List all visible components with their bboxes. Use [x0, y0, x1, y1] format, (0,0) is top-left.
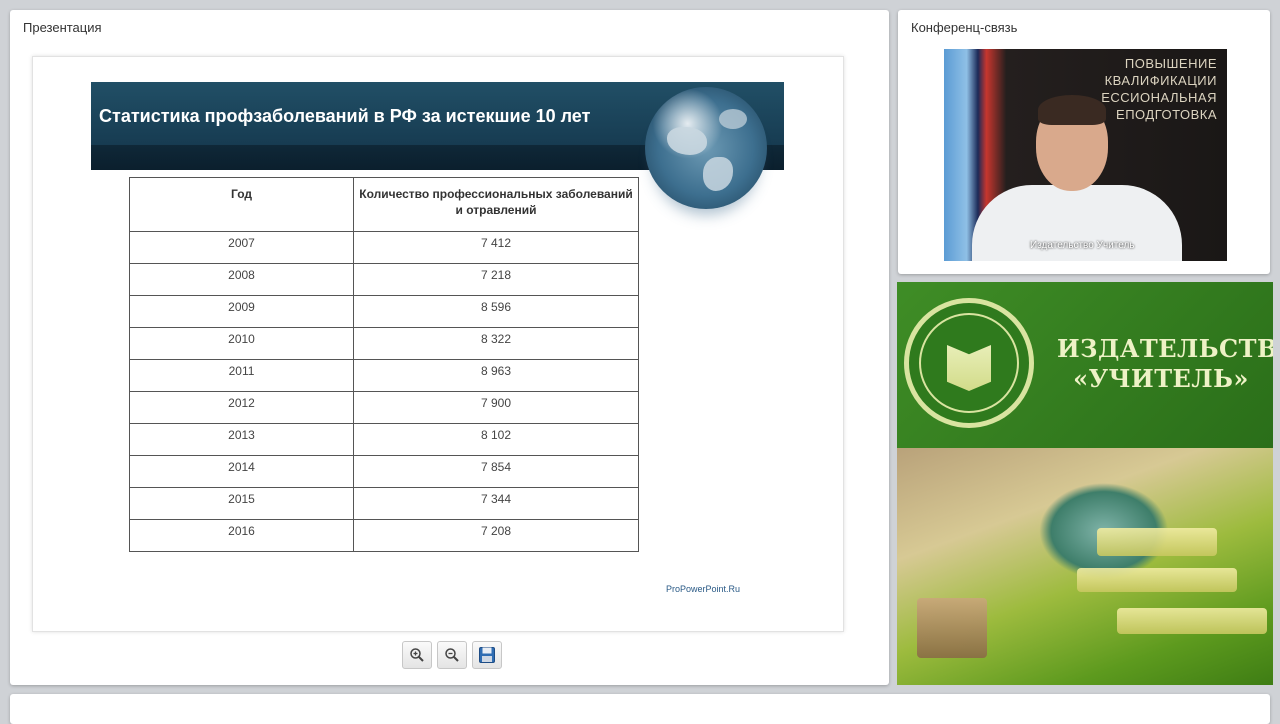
slide: Статистика профзаболеваний в РФ за истек…	[32, 56, 844, 632]
year-cell: 2007	[129, 231, 354, 264]
table-row: 2009 8 596	[129, 295, 639, 328]
count-cell: 7 208	[353, 519, 639, 552]
header-year: Год	[129, 177, 354, 232]
save-icon	[479, 647, 495, 663]
zoom-out-icon	[445, 648, 459, 662]
presentation-panel-title: Презентация	[23, 20, 102, 35]
video-feed[interactable]: ПОВЫШЕНИЕ КВАЛИФИКАЦИИ ЕССИОНАЛЬНАЯ ЕПОД…	[944, 49, 1227, 261]
conference-panel: Конференц-связь ПОВЫШЕНИЕ КВАЛИФИКАЦИИ Е…	[898, 10, 1270, 274]
zoom-in-button[interactable]	[402, 641, 432, 669]
year-cell: 2009	[129, 295, 354, 328]
table-row: 2011 8 963	[129, 359, 639, 392]
table-row: 2012 7 900	[129, 391, 639, 424]
slide-credit: ProPowerPoint.Ru	[666, 584, 741, 594]
year-cell: 2008	[129, 263, 354, 296]
count-cell: 7 218	[353, 263, 639, 296]
year-cell: 2014	[129, 455, 354, 488]
count-cell: 8 322	[353, 327, 639, 360]
publisher-emblem-icon	[904, 298, 1034, 428]
speaker-hair	[1038, 95, 1106, 125]
save-button[interactable]	[472, 641, 502, 669]
publisher-name: ИЗДАТЕЛЬСТВО «УЧИТЕЛЬ»	[1057, 334, 1273, 393]
year-cell: 2011	[129, 359, 354, 392]
table-header-row: Год Количество профессиональных заболева…	[129, 177, 639, 232]
presentation-panel: Презентация Статистика профзаболеваний в…	[10, 10, 889, 685]
table-row: 2016 7 208	[129, 519, 639, 552]
year-cell: 2010	[129, 327, 354, 360]
table-row: 2014 7 854	[129, 455, 639, 488]
year-cell: 2015	[129, 487, 354, 520]
slide-title: Статистика профзаболеваний в РФ за истек…	[99, 106, 591, 126]
slide-toolbar	[402, 641, 502, 669]
table-row: 2015 7 344	[129, 487, 639, 520]
table-row: 2007 7 412	[129, 231, 639, 264]
table-row: 2013 8 102	[129, 423, 639, 456]
statistics-table: Год Количество профессиональных заболева…	[129, 177, 639, 552]
year-cell: 2012	[129, 391, 354, 424]
video-caption: Издательство Учитель	[1030, 240, 1135, 251]
publisher-logo-area: ИЗДАТЕЛЬСТВО «УЧИТЕЛЬ»	[897, 282, 1273, 448]
conference-panel-title: Конференц-связь	[911, 20, 1018, 35]
count-cell: 8 596	[353, 295, 639, 328]
count-cell: 7 412	[353, 231, 639, 264]
publisher-banner: ИЗДАТЕЛЬСТВО «УЧИТЕЛЬ»	[897, 282, 1273, 685]
table-row: 2008 7 218	[129, 263, 639, 296]
books-globe-image	[897, 448, 1273, 685]
zoom-in-icon	[410, 648, 424, 662]
count-cell: 7 900	[353, 391, 639, 424]
count-cell: 8 102	[353, 423, 639, 456]
globe-image	[645, 87, 767, 209]
count-cell: 7 344	[353, 487, 639, 520]
year-cell: 2013	[129, 423, 354, 456]
year-cell: 2016	[129, 519, 354, 552]
video-background-text: ПОВЫШЕНИЕ КВАЛИФИКАЦИИ ЕССИОНАЛЬНАЯ ЕПОД…	[1101, 56, 1217, 122]
count-cell: 7 854	[353, 455, 639, 488]
zoom-out-button[interactable]	[437, 641, 467, 669]
table-row: 2010 8 322	[129, 327, 639, 360]
count-cell: 8 963	[353, 359, 639, 392]
header-count: Количество профессиональных заболеваний …	[353, 177, 639, 232]
